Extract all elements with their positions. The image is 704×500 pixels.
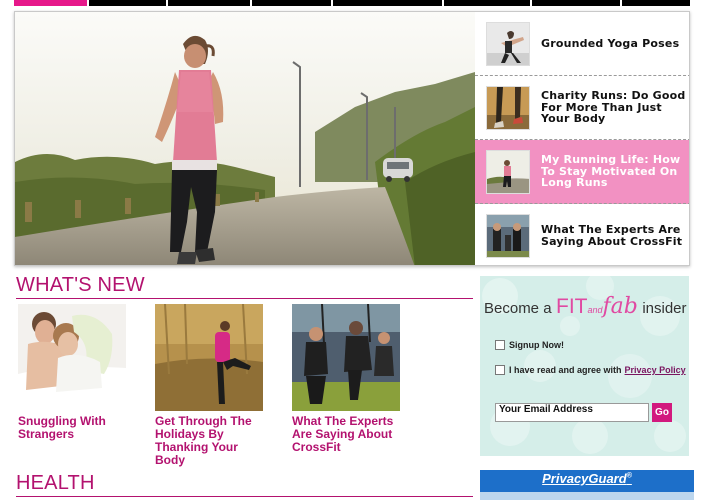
woman-stretching-photo-icon (155, 304, 263, 411)
email-placeholder: Your Email Address (499, 404, 593, 415)
nav-item-7[interactable] (532, 0, 622, 6)
nav-item-5[interactable] (333, 0, 444, 6)
nav-item-6[interactable] (444, 0, 532, 6)
agree-label: I have read and agree with (509, 365, 622, 375)
nav-item-3[interactable] (168, 0, 252, 6)
yoga-photo-icon (486, 21, 530, 66)
runner-photo-icon (486, 149, 530, 194)
runners-legs-photo-icon (486, 85, 530, 130)
ad-band (480, 492, 694, 500)
nav-item-home[interactable] (14, 0, 89, 6)
nav-item-2[interactable] (89, 0, 168, 6)
news-card-title: Snuggling With Strangers (18, 414, 106, 441)
featured-item-title: Grounded Yoga Poses (541, 36, 680, 50)
nav-item-4[interactable] (252, 0, 333, 6)
go-button[interactable]: Go (652, 403, 672, 422)
crossfit-photo-icon (486, 213, 530, 258)
woman-running-photo[interactable] (15, 12, 475, 265)
health-heading: HEALTH (16, 472, 95, 494)
nav-item-8[interactable] (622, 0, 690, 6)
featured-item-yoga[interactable]: Grounded Yoga Poses (475, 12, 689, 76)
featured-item-title: My Running Life: How To Stay Motivated O… (541, 153, 681, 190)
privacy-policy-link[interactable]: Privacy Policy (625, 365, 686, 375)
featured-item-running-life[interactable]: My Running Life: How To Stay Motivated O… (475, 140, 689, 204)
news-card-holidays[interactable]: Get Through The Holidays By Thanking You… (155, 304, 271, 467)
featured-slider: Grounded Yoga Poses Charity Runs: Do Goo… (14, 11, 690, 266)
featured-item-charity-runs[interactable]: Charity Runs: Do Good For More Than Just… (475, 76, 689, 140)
signup-checkbox-row: Signup Now! (495, 340, 564, 350)
news-card-title: What The Experts Are Saying About CrossF… (292, 414, 394, 454)
agree-checkbox[interactable] (495, 365, 505, 375)
featured-item-title: Charity Runs: Do Good For More Than Just… (541, 89, 686, 126)
crossfit-photo-icon (292, 304, 400, 411)
featured-item-crossfit[interactable]: What The Experts Are Saying About CrossF… (475, 204, 689, 265)
section-divider (16, 496, 473, 497)
featured-item-title: What The Experts Are Saying About CrossF… (541, 223, 683, 248)
news-card-crossfit[interactable]: What The Experts Are Saying About CrossF… (292, 304, 408, 454)
newsletter-signup: Become a FITandfab insider Signup Now! I… (480, 276, 689, 456)
privacyguard-logo: PrivacyGuard® (542, 471, 632, 486)
couple-in-bed-photo-icon (18, 304, 126, 411)
news-card-title: Get Through The Holidays By Thanking You… (155, 414, 252, 467)
email-input[interactable]: Your Email Address (495, 403, 649, 422)
section-divider (16, 298, 473, 299)
top-nav (14, 0, 690, 6)
privacyguard-ad[interactable]: PrivacyGuard® (480, 470, 694, 500)
signup-checkbox[interactable] (495, 340, 505, 350)
featured-list: Grounded Yoga Poses Charity Runs: Do Goo… (475, 12, 689, 265)
whats-new-heading: WHAT'S NEW (16, 274, 145, 296)
news-card-snuggling[interactable]: Snuggling With Strangers (18, 304, 134, 441)
signup-label: Signup Now! (509, 340, 564, 350)
agree-checkbox-row: I have read and agree with Privacy Polic… (495, 365, 686, 375)
fit-and-fab-logo: Become a FITandfab insider (484, 294, 687, 319)
